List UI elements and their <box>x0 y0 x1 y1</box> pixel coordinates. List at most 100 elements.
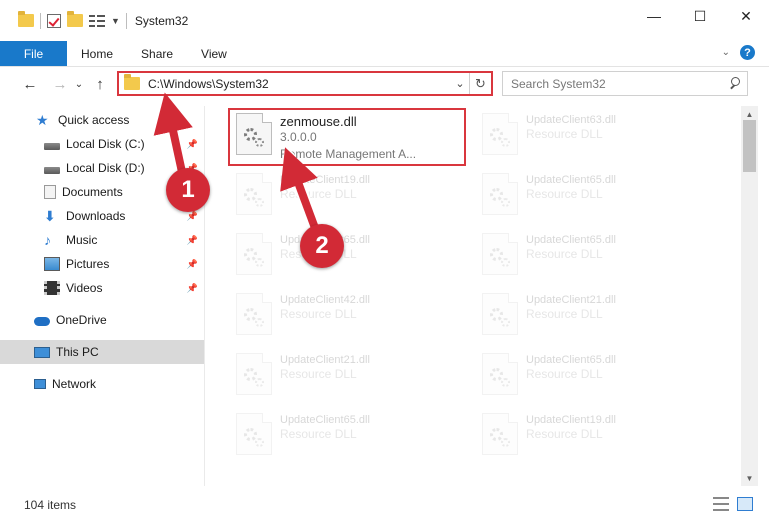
pin-icon[interactable]: 📌 <box>187 139 198 150</box>
file-item[interactable]: UpdateClient63.dll Resource DLL <box>478 110 713 160</box>
file-item[interactable]: UpdateClient42.dll Resource DLL <box>232 290 467 340</box>
scroll-down-icon[interactable]: ▼ <box>741 470 758 486</box>
properties-check-icon[interactable] <box>47 13 61 28</box>
file-name: UpdateClient63.dll <box>526 114 616 126</box>
help-icon[interactable]: ? <box>740 45 755 60</box>
dll-file-icon <box>482 353 518 395</box>
pin-icon[interactable]: 📌 <box>187 235 198 246</box>
expand-ribbon-icon[interactable]: ⌄ <box>722 47 730 58</box>
sidebar-item-downloads[interactable]: ⬇ Downloads 📌 <box>0 204 204 228</box>
recent-locations-button[interactable]: ⌄ <box>72 72 86 96</box>
pin-icon[interactable]: 📌 <box>187 259 198 270</box>
sidebar-item-onedrive[interactable]: OneDrive <box>0 308 204 332</box>
file-name: UpdateClient21.dll <box>280 354 370 366</box>
file-name: UpdateClient21.dll <box>526 294 616 306</box>
file-name: UpdateClient19.dll <box>280 174 370 186</box>
file-type: Resource DLL <box>526 127 603 141</box>
sidebar-item-videos[interactable]: Videos 📌 <box>0 276 204 300</box>
file-item[interactable]: UpdateClient65.dllResource DLL <box>478 170 713 220</box>
details-view-icon[interactable] <box>713 497 729 511</box>
disk-icon <box>44 166 60 174</box>
file-item[interactable]: UpdateClient21.dll Resource DLL <box>232 350 467 400</box>
vertical-scrollbar[interactable]: ▲ ▼ <box>741 106 758 486</box>
refresh-icon[interactable]: ↻ <box>469 73 491 94</box>
status-bar: 104 items <box>0 494 769 516</box>
file-type: Resource DLL <box>280 367 357 381</box>
file-item[interactable]: UpdateClient19.dll Resource DLL <box>478 410 713 460</box>
back-button[interactable]: ← <box>18 72 42 96</box>
file-type: Resource DLL <box>526 427 603 441</box>
file-type: Resource DLL <box>280 307 357 321</box>
sidebar-item-pictures[interactable]: Pictures 📌 <box>0 252 204 276</box>
dll-file-icon <box>236 293 272 335</box>
file-item[interactable]: UpdateClient19.dll Resource DLL <box>232 170 467 220</box>
dll-file-icon <box>236 233 272 275</box>
maximize-button[interactable]: ☐ <box>677 0 723 32</box>
search-input[interactable] <box>511 76 725 91</box>
file-type: Resource DLL <box>526 187 603 201</box>
sidebar-item-music[interactable]: ♪ Music 📌 <box>0 228 204 252</box>
file-type: Resource DLL <box>526 367 603 381</box>
file-name: UpdateClient65.dll <box>526 354 616 366</box>
address-path[interactable]: C:\Windows\System32 <box>148 77 451 91</box>
documents-icon <box>44 185 56 199</box>
star-icon: ★ <box>36 112 49 128</box>
window-title: System32 <box>134 13 189 28</box>
dll-file-icon <box>482 413 518 455</box>
sidebar-item-network[interactable]: Network <box>0 372 204 396</box>
close-button[interactable]: ✕ <box>723 0 769 32</box>
tab-file[interactable]: File <box>0 41 67 66</box>
view-switcher <box>713 497 753 511</box>
sidebar-item-this-pc[interactable]: This PC <box>0 340 204 364</box>
address-bar[interactable]: C:\Windows\System32 ⌄ ↻ <box>117 71 493 96</box>
dll-file-icon <box>482 233 518 275</box>
sidebar-item-label: Pictures <box>66 257 110 271</box>
title-bar: ▼ System32 — ☐ ✕ <box>0 0 769 41</box>
sidebar-item-label: Local Disk (D:) <box>66 161 145 175</box>
file-item[interactable]: UpdateClient65.dllResource DLL <box>232 410 467 460</box>
window-controls: — ☐ ✕ <box>631 0 769 32</box>
callout-badge-1: 1 <box>166 168 210 212</box>
sidebar-item-label: Downloads <box>66 209 126 223</box>
new-folder-icon[interactable] <box>67 11 83 27</box>
network-icon <box>34 379 46 389</box>
file-name: UpdateClient65.dll <box>526 174 616 186</box>
scroll-thumb[interactable] <box>743 120 756 172</box>
address-dropdown-icon[interactable]: ⌄ <box>451 77 469 90</box>
sidebar-item-local-disk-c[interactable]: Local Disk (C:) 📌 <box>0 132 204 156</box>
large-icons-view-icon[interactable] <box>737 497 753 511</box>
onedrive-icon <box>34 317 50 326</box>
tab-share[interactable]: Share <box>127 41 187 66</box>
videos-icon <box>44 281 60 295</box>
file-item[interactable]: UpdateClient65.dllResource DLL <box>478 350 713 400</box>
file-type: Resource DLL <box>526 247 603 261</box>
up-button[interactable]: ↑ <box>88 72 112 96</box>
dll-file-icon <box>482 173 518 215</box>
ribbon-right-controls: ⌄ ? <box>722 45 755 60</box>
folder-icon[interactable] <box>18 11 34 27</box>
file-item[interactable]: UpdateClient21.dll Resource DLL <box>478 290 713 340</box>
file-type: Resource DLL <box>280 187 357 201</box>
tab-view[interactable]: View <box>187 41 241 66</box>
sidebar-item-quick-access[interactable]: ★ Quick access <box>0 108 204 132</box>
minimize-button[interactable]: — <box>631 0 677 32</box>
file-item[interactable]: UpdateClient65.dllResource DLL <box>478 230 713 280</box>
address-folder-icon <box>124 74 140 90</box>
toolbar-dropdown-icon[interactable]: ▼ <box>111 16 120 26</box>
navigation-bar: ← → ⌄ ↑ C:\Windows\System32 ⌄ ↻ <box>0 68 769 100</box>
pictures-icon <box>44 257 60 271</box>
search-box[interactable] <box>502 71 748 96</box>
file-name: UpdateClient42.dll <box>280 294 370 306</box>
sidebar-item-label: Local Disk (C:) <box>66 137 145 151</box>
forward-button[interactable]: → <box>48 72 72 96</box>
pin-icon[interactable]: 📌 <box>187 283 198 294</box>
customize-list-icon[interactable] <box>89 14 105 28</box>
tab-home[interactable]: Home <box>67 41 127 66</box>
file-item[interactable]: UpdateClient65.dllResource DLL <box>232 230 467 280</box>
dll-file-icon <box>236 173 272 215</box>
search-icon[interactable] <box>725 73 747 95</box>
quick-access-toolbar: ▼ <box>0 0 127 41</box>
file-type: Resource DLL <box>526 307 603 321</box>
sidebar-item-label: OneDrive <box>56 313 107 327</box>
pin-icon[interactable]: 📌 <box>187 211 198 222</box>
